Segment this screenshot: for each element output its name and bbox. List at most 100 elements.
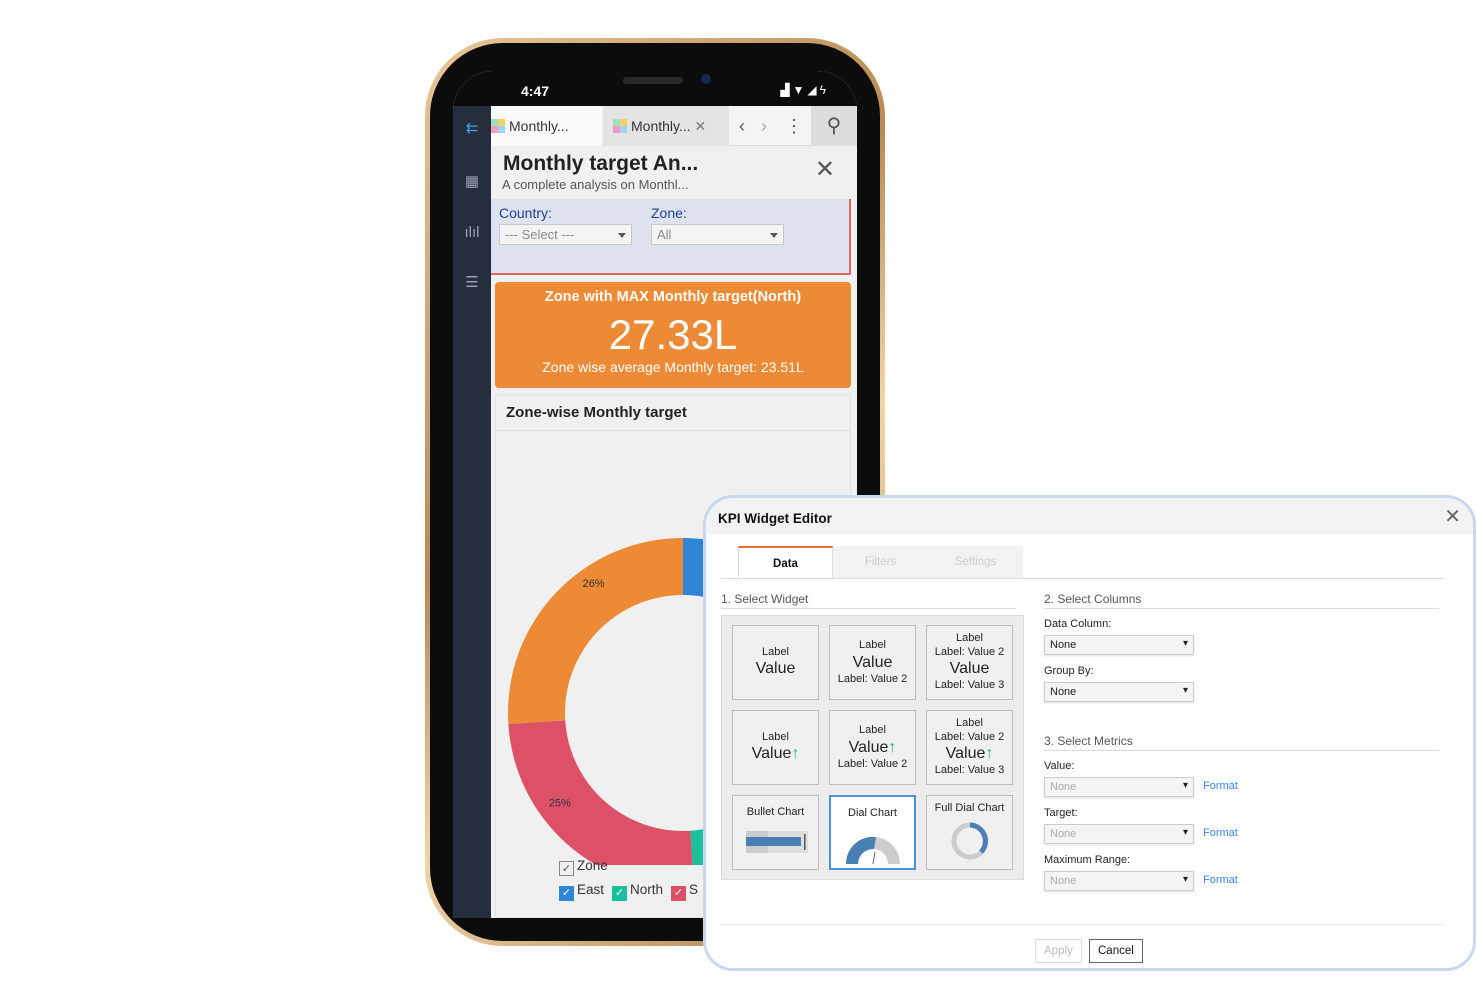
kpi-widget[interactable]: Zone with MAX Monthly target(North) 27.3… (495, 282, 851, 388)
widget-option[interactable]: Label Label: Value 2 Value Label: Value 3 (926, 625, 1013, 700)
editor-title: KPI Widget Editor (718, 511, 832, 526)
legend-label: North (630, 882, 664, 897)
legend-item[interactable]: ✓ North (612, 882, 664, 901)
more-icon[interactable]: ⋮ (785, 106, 803, 146)
checkbox-icon: ✓ (671, 886, 687, 901)
widget-option-line: Value (751, 745, 792, 763)
table-icon[interactable]: ☰ (463, 275, 481, 291)
widget-option-line: Label: Value 2 (934, 645, 1005, 658)
slice-label: 26% (583, 578, 605, 590)
widget-option-line: Bullet Chart (746, 806, 805, 818)
select-widget-heading: 1. Select Widget (721, 592, 1016, 609)
divider (496, 430, 850, 431)
full-dial-chart-icon (951, 822, 988, 860)
tab-bar: Monthly... Monthly... ✕ ‹ › ⋮ ⚲ (491, 106, 857, 146)
widget-option-line: Label: Value 2 (837, 672, 908, 685)
checkbox-icon: ✓ (559, 886, 574, 901)
apply-button[interactable]: Apply (1035, 939, 1082, 963)
dashboard-icon (491, 119, 505, 133)
cancel-button[interactable]: Cancel (1089, 939, 1143, 963)
bar-chart-icon[interactable]: ılıl (463, 225, 481, 241)
select-columns-heading: 2. Select Columns (1044, 592, 1439, 609)
legend: ✓ East ✓ North ✓ S (559, 882, 706, 901)
tab-data[interactable]: Data (738, 546, 833, 578)
max-range-select[interactable]: None (1044, 871, 1194, 891)
prev-icon[interactable]: ‹ (739, 106, 745, 146)
tab-filters[interactable]: Filters (833, 546, 928, 578)
arrow-up-icon: ↑ (985, 745, 994, 763)
tab-label: Monthly... (631, 118, 691, 134)
next-icon[interactable]: › (761, 106, 767, 146)
widget-option[interactable]: Label Value (732, 625, 819, 700)
status-bar: 4:47 ▟▼◢ϟ (453, 71, 857, 106)
checkbox-icon: ✓ (559, 861, 574, 876)
widget-option[interactable]: Label Value↑ (732, 710, 819, 785)
camera (701, 74, 711, 84)
clock: 4:47 (521, 83, 550, 99)
close-icon[interactable]: ✕ (815, 155, 835, 184)
widget-option[interactable]: Full Dial Chart (926, 795, 1013, 870)
widget-option-line: Label (859, 723, 886, 736)
country-select[interactable]: --- Select --- (499, 224, 632, 245)
legend-item[interactable]: ✓ S (671, 882, 699, 901)
value-select[interactable]: None (1044, 777, 1194, 797)
widget-option-line: Value (848, 738, 889, 756)
zone-select[interactable]: All (651, 224, 784, 245)
legend-title[interactable]: ✓ Zone (559, 858, 608, 876)
close-icon[interactable]: ✕ (695, 118, 707, 134)
editor-header: KPI Widget Editor ✕ (706, 498, 1473, 534)
target-select[interactable]: None (1044, 824, 1194, 844)
search-icon[interactable]: ⚲ (811, 106, 857, 146)
widget-option-line: Label: Value 3 (934, 764, 1005, 777)
widget-option-line: Value (945, 745, 986, 763)
value-label: Value: (1044, 760, 1075, 772)
widget-option-line: Value (755, 660, 796, 678)
widget-option-line: Label (762, 645, 789, 658)
widget-option[interactable]: Label Value Label: Value 2 (829, 625, 916, 700)
page-title: Monthly target An... (503, 152, 699, 175)
zone-label: Zone: (651, 205, 687, 221)
widget-option-line: Label (956, 631, 983, 644)
widget-option-line: Label (859, 638, 886, 651)
donut-slice-west[interactable] (508, 538, 683, 724)
chart-title: Zone-wise Monthly target (506, 404, 687, 421)
back-arrow-icon[interactable]: ⇇ (463, 121, 481, 137)
widget-grid: Label Value Label Value Label: Value 2 Label L… (721, 615, 1024, 880)
arrow-up-icon: ↑ (791, 745, 800, 763)
signal-wifi-battery-icons: ▟▼◢ϟ (780, 83, 829, 97)
legend-label: S (689, 882, 699, 897)
data-column-label: Data Column: (1044, 618, 1112, 630)
widget-option[interactable]: Bullet Chart (732, 795, 819, 870)
widget-option-line: Label (956, 716, 983, 729)
data-column-select[interactable]: None (1044, 635, 1194, 655)
country-label: Country: (499, 205, 552, 221)
filter-panel: Country: --- Select --- Zone: All (491, 199, 851, 275)
bullet-chart-icon (745, 830, 808, 853)
value-row: Value↑ (733, 744, 818, 764)
tab-label: Monthly... (509, 118, 569, 134)
widget-option[interactable]: Dial Chart (829, 795, 916, 870)
tab-settings[interactable]: Settings (928, 546, 1023, 578)
target-label: Target: (1044, 807, 1078, 819)
widget-option-line: Dial Chart (848, 807, 897, 819)
value-format-link[interactable]: Format (1203, 780, 1238, 792)
value-row: Value↑ (830, 738, 915, 758)
tab-divider (721, 578, 1443, 579)
target-format-link[interactable]: Format (1203, 827, 1238, 839)
widget-option-line: Value (949, 660, 990, 678)
tab-1[interactable]: Monthly... (491, 106, 601, 146)
widget-option[interactable]: Label Label: Value 2 Value↑ Label: Value 3 (926, 710, 1013, 785)
speaker (623, 77, 683, 84)
donut-slice-south[interactable] (508, 720, 694, 865)
sidebar: ⇇ ▦ ılıl ☰ (453, 106, 491, 918)
legend-item[interactable]: ✓ East (559, 882, 604, 901)
group-by-select[interactable]: None (1044, 682, 1194, 702)
widget-option[interactable]: Label Value↑ Label: Value 2 (829, 710, 916, 785)
value-row: Value↑ (927, 744, 1012, 764)
close-icon[interactable]: ✕ (1444, 504, 1461, 529)
arrow-up-icon: ↑ (888, 738, 897, 756)
tab-2[interactable]: Monthly... ✕ (603, 106, 729, 146)
dashboard-grid-icon[interactable]: ▦ (463, 174, 481, 190)
widget-option-line: Label: Value 2 (837, 757, 908, 770)
max-range-format-link[interactable]: Format (1203, 874, 1238, 886)
